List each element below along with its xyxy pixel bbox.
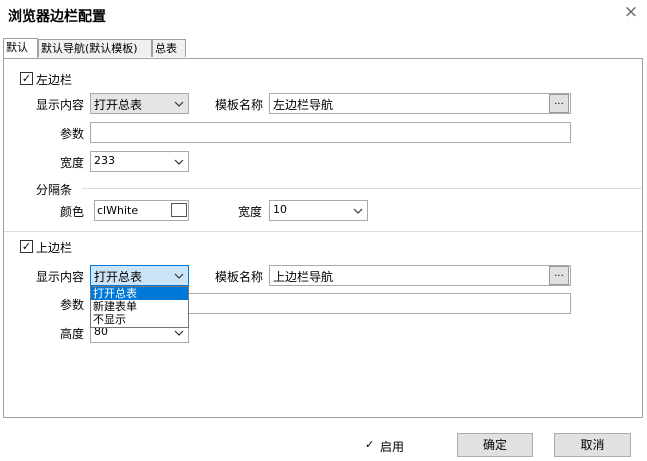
separator-divider	[82, 188, 642, 189]
top-content-select[interactable]: 打开总表	[90, 265, 189, 286]
separator-section-label: 分隔条	[36, 183, 73, 197]
left-template-field[interactable]: 左边栏导航	[269, 93, 571, 114]
chevron-down-icon	[353, 208, 363, 214]
color-swatch-icon[interactable]	[171, 203, 187, 217]
top-content-label: 显示内容	[36, 270, 85, 284]
left-template-browse-button[interactable]: ...	[549, 94, 569, 113]
ok-button[interactable]: 确定	[457, 433, 533, 457]
left-template-value: 左边栏导航	[273, 98, 334, 112]
top-template-field[interactable]: 上边栏导航	[269, 265, 571, 286]
left-template-label: 模板名称	[215, 98, 264, 112]
separator-color-picker[interactable]: clWhite	[94, 200, 189, 221]
top-params-label: 参数	[60, 298, 85, 312]
top-template-browse-button[interactable]: ...	[549, 266, 569, 285]
left-params-label: 参数	[60, 127, 85, 141]
dropdown-option-hide[interactable]: 不显示	[91, 313, 188, 326]
chevron-down-icon	[174, 273, 184, 279]
separator-color-label: 颜色	[60, 205, 85, 219]
top-template-label: 模板名称	[215, 270, 264, 284]
left-bar-label: 左边栏	[36, 73, 73, 87]
top-height-label: 高度	[60, 327, 85, 341]
left-width-select[interactable]: 233	[90, 151, 189, 172]
left-content-label: 显示内容	[36, 98, 85, 112]
left-width-value: 233	[94, 154, 115, 167]
section-divider	[4, 231, 642, 232]
separator-width-value: 10	[273, 203, 287, 216]
left-bar-checkbox[interactable]: ✓	[20, 72, 33, 85]
left-content-select[interactable]: 打开总表	[90, 93, 189, 114]
left-content-value: 打开总表	[94, 98, 143, 112]
close-icon[interactable]: ×	[622, 3, 640, 21]
window-title: 浏览器边栏配置	[8, 9, 106, 25]
tab-default[interactable]: 默认	[3, 38, 38, 58]
left-params-input[interactable]	[90, 122, 571, 143]
top-content-value: 打开总表	[94, 270, 143, 284]
tab-summary[interactable]: 总表	[152, 39, 186, 57]
cancel-button[interactable]: 取消	[554, 433, 631, 457]
chevron-down-icon	[174, 101, 184, 107]
separator-color-value: clWhite	[97, 204, 139, 217]
chevron-down-icon	[174, 330, 184, 336]
tab-default-nav[interactable]: 默认导航(默认模板)	[38, 39, 152, 57]
enable-label: 启用	[380, 440, 405, 454]
left-width-label: 宽度	[60, 156, 85, 170]
separator-width-label: 宽度	[238, 205, 263, 219]
top-bar-label: 上边栏	[36, 241, 73, 255]
chevron-down-icon	[174, 159, 184, 165]
enable-checkbox[interactable]: ✓	[365, 438, 374, 451]
dropdown-option-new-form[interactable]: 新建表单	[91, 300, 188, 313]
top-content-dropdown-list: 打开总表 新建表单 不显示	[90, 286, 189, 328]
separator-width-select[interactable]: 10	[269, 200, 368, 221]
top-template-value: 上边栏导航	[273, 270, 334, 284]
dropdown-option-open-summary[interactable]: 打开总表	[91, 287, 188, 300]
top-bar-checkbox[interactable]: ✓	[20, 240, 33, 253]
